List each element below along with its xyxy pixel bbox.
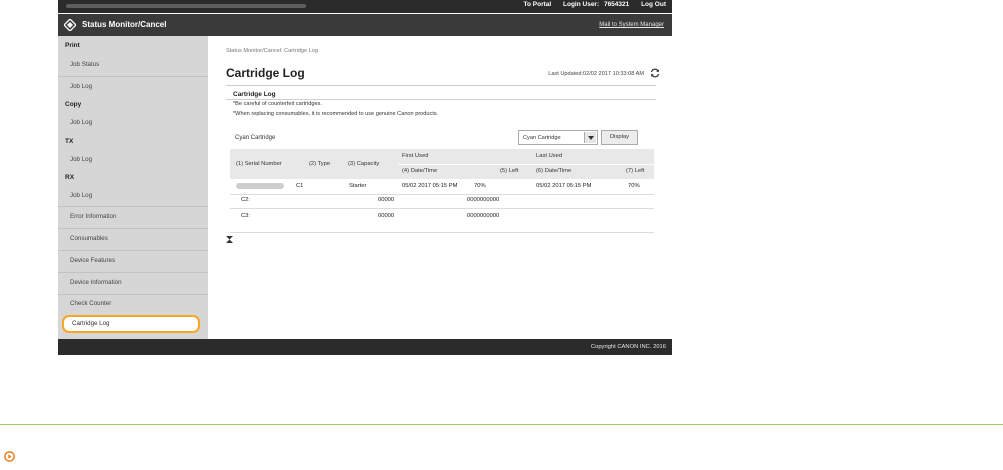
- top-links: To Portal Login User: 7654321 Log Out: [514, 1, 666, 8]
- sidebar-divider: [58, 294, 208, 295]
- note-counterfeit: *Be careful of counterfeit cartridges.: [233, 101, 322, 107]
- c2-label: C2:: [241, 197, 251, 203]
- sidebar-item-print-job-status[interactable]: Job Status: [70, 61, 99, 68]
- c3-value-1: 00000: [378, 213, 395, 219]
- header-first-used: First Used: [402, 153, 429, 159]
- sidebar-divider: [58, 206, 208, 207]
- header-serial-number: (1) Serial Number: [236, 161, 282, 167]
- sidebar-item-print-job-log[interactable]: Job Log: [70, 83, 92, 90]
- table-header: (1) Serial Number (2) Type (3) Capacity …: [230, 149, 654, 179]
- sidebar-item-consumables[interactable]: Consumables: [70, 235, 108, 242]
- breadcrumb: Status Monitor/Cancel: Cartridge Log: [226, 48, 319, 54]
- cell-last-left: 70%: [628, 183, 640, 189]
- c2-value-2: 0000000000: [467, 197, 500, 203]
- row-divider: [230, 208, 654, 209]
- header-last-used: Last Used: [536, 153, 563, 159]
- refresh-icon[interactable]: [650, 68, 660, 78]
- sidebar-item-error-information[interactable]: Error Information: [70, 213, 116, 220]
- sidebar-item-cartridge-log[interactable]: Cartridge Log: [62, 315, 200, 333]
- to-portal-link[interactable]: To Portal: [524, 1, 552, 8]
- app-header: Status Monitor/Cancel Mail to System Man…: [58, 14, 672, 36]
- sidebar-item-device-information[interactable]: Device Information: [70, 279, 122, 286]
- sidebar-category-copy: Copy: [65, 101, 82, 108]
- cartridge-label: Cyan Cartridge: [235, 135, 276, 141]
- cartridge-select[interactable]: Cyan Cartridge: [518, 130, 598, 145]
- logout-link[interactable]: Log Out: [641, 1, 666, 8]
- sidebar-item-tx-job-log[interactable]: Job Log: [70, 156, 92, 163]
- section-title: Cartridge Log: [233, 91, 276, 98]
- collapse-icon[interactable]: [226, 236, 233, 243]
- last-updated: Last Updated:02/02 2017 10:33:08 AM: [548, 71, 644, 77]
- footer: Copyright CANON INC. 2016: [58, 339, 672, 355]
- sidebar-divider: [58, 76, 208, 77]
- main-content: Status Monitor/Cancel: Cartridge Log Car…: [208, 36, 672, 339]
- section-divider: [226, 99, 656, 100]
- cell-capacity: Starter: [349, 183, 367, 189]
- sidebar-category-tx: TX: [65, 138, 74, 145]
- header-type: (2) Type: [309, 161, 331, 167]
- c3-value-2: 0000000000: [467, 213, 500, 219]
- cell-first-left: 70%: [474, 183, 486, 189]
- cell-first-datetime: 05/02 2017 05:15 PM: [402, 183, 458, 189]
- header-capacity: (3) Capacity: [348, 161, 380, 167]
- top-bar: To Portal Login User: 7654321 Log Out: [58, 0, 672, 13]
- sidebar-category-rx: RX: [65, 174, 75, 181]
- note-genuine: *When replacing consumables, it is recom…: [233, 111, 439, 117]
- c3-label: C3:: [241, 213, 251, 219]
- login-user-label: Login User:: [563, 1, 600, 8]
- header-divider: [398, 164, 654, 165]
- header-first-datetime: (4) Date/Time: [402, 168, 438, 174]
- row-divider: [230, 232, 654, 233]
- cell-type: C1: [296, 183, 304, 189]
- cell-last-datetime: 05/02 2017 05:15 PM: [536, 183, 592, 189]
- sidebar-item-label: Cartridge Log: [72, 320, 110, 327]
- header-last-left: (7) Left: [626, 168, 645, 174]
- login-user-value: 7654321: [603, 1, 630, 8]
- sidebar-divider: [58, 250, 208, 251]
- sidebar-item-rx-job-log[interactable]: Job Log: [70, 192, 92, 199]
- mail-to-system-manager-link[interactable]: Mail to System Manager: [599, 22, 664, 28]
- screenshot-frame: To Portal Login User: 7654321 Log Out St…: [58, 0, 672, 355]
- section-divider: [226, 85, 656, 86]
- row-divider: [230, 194, 654, 195]
- sidebar-divider: [58, 228, 208, 229]
- header-first-left: (5) Left: [500, 168, 519, 174]
- sidebar-item-check-counter[interactable]: Check Counter: [70, 300, 111, 307]
- chevron-down-icon[interactable]: [584, 132, 596, 143]
- sidebar-divider: [58, 272, 208, 273]
- status-monitor-icon: [64, 19, 76, 31]
- page-title: Cartridge Log: [226, 66, 305, 80]
- select-value: Cyan Cartridge: [523, 135, 561, 141]
- copyright: Copyright CANON INC. 2016: [590, 344, 666, 350]
- sidebar-item-copy-job-log[interactable]: Job Log: [70, 119, 92, 126]
- app-title: Status Monitor/Cancel: [82, 20, 167, 29]
- sidebar-item-device-features[interactable]: Device Features: [70, 257, 115, 264]
- c2-value-1: 00000: [378, 197, 395, 203]
- sidebar-category-print: Print: [65, 42, 80, 49]
- display-button[interactable]: Display: [601, 130, 638, 145]
- address-blurred: [66, 4, 306, 8]
- sidebar: Print Job Status Job Log Copy Job Log TX…: [58, 36, 208, 339]
- section-separator: [0, 424, 1003, 425]
- serial-number-blurred: [236, 183, 284, 189]
- play-circle-icon: [4, 451, 15, 462]
- header-last-datetime: (6) Date/Time: [536, 168, 572, 174]
